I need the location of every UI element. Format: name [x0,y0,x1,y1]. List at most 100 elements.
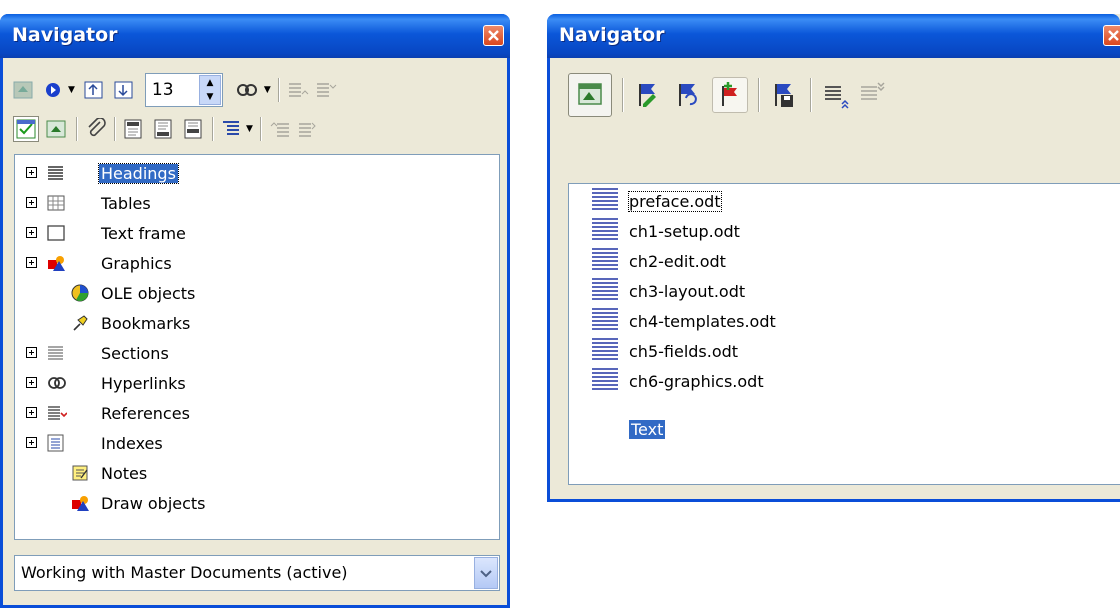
tree-item-label: Text frame [101,223,186,243]
content-view-icon[interactable] [45,118,69,140]
toolbar-separator [259,117,262,141]
file-name: ch3-layout.odt [629,281,746,301]
frame-icon [47,224,65,242]
list-item[interactable]: ch5-fields.odt [629,336,738,366]
list-item[interactable]: ch1-setup.odt [629,216,740,246]
expand-toggle[interactable] [26,347,37,358]
hyperlink-icon [47,374,66,392]
indexes-icon [47,434,65,452]
heading-levels-dropdown[interactable]: ▼ [246,124,253,134]
next-icon[interactable] [113,80,135,100]
footer-icon[interactable] [153,118,175,140]
list-item[interactable]: ch3-layout.odt [629,276,745,306]
expand-toggle[interactable] [26,197,37,208]
page-spinbox[interactable]: 13 ▲ ▼ [144,73,223,107]
bookmark-icon [71,314,89,332]
document-select[interactable]: Working with Master Documents (active) [14,555,500,591]
tree-item-label: Headings [98,162,179,184]
expand-toggle[interactable] [26,407,37,418]
tree-item-label: Hyperlinks [101,373,186,393]
list-item[interactable]: ch6-graphics.odt [629,366,764,396]
navigation-dropdown[interactable]: ▼ [68,85,75,95]
tree-item-label: Sections [101,343,169,363]
expand-toggle[interactable] [26,227,37,238]
text-item-label: Text [629,419,666,439]
expand-toggle[interactable] [26,377,37,388]
tree-item-label: Draw objects [101,493,206,513]
tree-item-tables[interactable]: Tables [15,188,499,218]
expand-toggle[interactable] [26,257,37,268]
toggle-icon[interactable] [13,80,35,100]
graphics-icon [47,254,65,272]
file-name: preface.odt [628,190,722,212]
tree-item-label: References [101,403,190,423]
heading-levels-icon[interactable] [221,118,243,140]
title-bar[interactable]: Navigator [547,14,1120,58]
move-down-icon[interactable] [858,80,888,110]
tree-item-headings[interactable]: Headings [15,158,499,188]
navigation-icon[interactable] [43,80,65,100]
page-number-field[interactable]: 13 [146,80,198,100]
title-bar[interactable]: Navigator [0,14,510,58]
insert-icon[interactable] [712,77,748,113]
tree-item-label: Notes [101,463,148,483]
update-icon[interactable] [674,80,704,110]
list-item[interactable]: preface.odt [628,186,722,216]
tree-item-label: Bookmarks [101,313,191,333]
master-document-list[interactable]: preface.odt ch1-setup.odt ch2-edit.odt c… [568,183,1120,485]
toolbar-separator [277,78,280,102]
tree-item-notes[interactable]: Notes [15,458,499,488]
edit-icon[interactable] [634,80,664,110]
document-select-value: Working with Master Documents (active) [21,563,348,582]
toolbar-row-1: ▼ 13 ▲ ▼ ▼ [13,73,337,107]
expand-toggle[interactable] [26,437,37,448]
file-name: ch6-graphics.odt [629,371,764,391]
promote-level-icon[interactable] [287,80,309,100]
list-box-on-off-icon[interactable] [13,116,39,142]
tree-item-graphics[interactable]: Graphics [15,248,499,278]
previous-icon[interactable] [83,80,105,100]
document-select-button[interactable] [474,557,498,589]
file-name: ch5-fields.odt [629,341,739,361]
header-icon[interactable] [123,118,145,140]
sections-icon [47,344,65,362]
list-item-text[interactable]: Text [629,414,666,444]
file-name: ch1-setup.odt [629,221,740,241]
reminder-icon[interactable] [85,117,107,140]
demote-chapter-icon[interactable] [297,118,319,140]
tree-item-text-frame[interactable]: Text frame [15,218,499,248]
tree-item-label: Indexes [101,433,163,453]
tree-item-indexes[interactable]: Indexes [15,428,499,458]
move-up-icon[interactable] [822,80,852,110]
tree-item-label: OLE objects [101,283,196,303]
tree-item-sections[interactable]: Sections [15,338,499,368]
toggle-view-icon[interactable] [568,73,612,117]
list-item[interactable]: ch2-edit.odt [629,246,726,276]
tree-item-references[interactable]: References [15,398,499,428]
file-name: ch2-edit.odt [629,251,726,271]
demote-level-icon[interactable] [315,80,337,100]
window-title: Navigator [559,24,665,46]
anchor-text-icon[interactable] [183,118,205,140]
list-item[interactable]: ch4-templates.odt [629,306,776,336]
close-button[interactable] [1103,25,1120,46]
tree-item-draw-objects[interactable]: Draw objects [15,488,499,518]
section-lines-icon [592,188,618,390]
tree-item-label: Tables [101,193,151,213]
promote-chapter-icon[interactable] [269,118,291,140]
close-button[interactable] [483,25,504,46]
chevron-down-icon [480,570,492,578]
tree-item-bookmarks[interactable]: Bookmarks [15,308,499,338]
navigator-window-left: Navigator ▼ 13 ▲ ▼ ▼ ▼ Headings Tables T… [0,14,510,608]
save-contents-icon[interactable] [770,80,800,110]
tree-item-hyperlinks[interactable]: Hyperlinks [15,368,499,398]
toolbar-separator [76,117,78,141]
references-icon [47,404,68,422]
tree-item-ole-objects[interactable]: OLE objects [15,278,499,308]
spin-buttons[interactable]: ▲ ▼ [198,75,221,105]
drag-mode-icon[interactable] [235,80,261,100]
drag-mode-dropdown[interactable]: ▼ [264,85,271,95]
master-toolbar [568,70,888,120]
content-tree[interactable]: Headings Tables Text frame Graphics OLE … [14,154,500,540]
expand-toggle[interactable] [26,167,37,178]
